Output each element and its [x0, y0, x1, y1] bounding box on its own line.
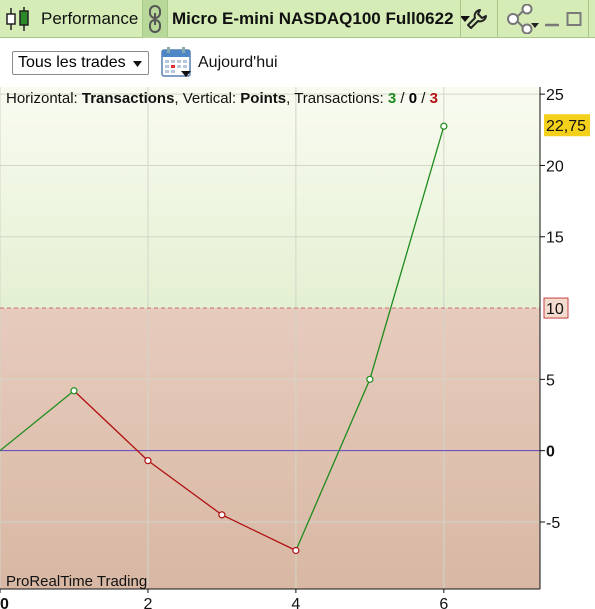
x-tick-label: 2 [143, 596, 152, 609]
instrument-selector[interactable]: Micro E-mini NASDAQ100 Full0622 [172, 0, 470, 38]
watermark: ProRealTime Trading [6, 573, 147, 590]
below-threshold-zone [0, 308, 540, 589]
threshold-label: 10 [546, 301, 564, 318]
y-tick-label: 20 [546, 158, 564, 175]
share-icon[interactable] [507, 0, 539, 38]
trade-filter-value: Tous les trades [18, 54, 126, 71]
x-tick-label: 0 [0, 596, 9, 609]
calendar-icon[interactable] [161, 47, 193, 84]
performance-label[interactable]: Performance [41, 9, 138, 29]
x-tick-label: 6 [439, 596, 448, 609]
horizontal-value: Transactions [82, 90, 175, 107]
vertical-value: Points [240, 90, 286, 107]
toolbar-divider [588, 0, 589, 38]
y-tick-label: -5 [546, 515, 560, 532]
transactions-label: , Transactions: [286, 90, 388, 107]
toolbar-divider [460, 0, 461, 38]
toolbar-divider [497, 0, 498, 38]
y-tick-label: 25 [546, 87, 564, 104]
last-value-label: 22,75 [546, 118, 586, 135]
wrench-icon[interactable] [466, 0, 488, 38]
losing-trades-count: 3 [430, 90, 438, 107]
trade-point[interactable] [218, 511, 226, 519]
count-separator: / [396, 90, 409, 107]
window-toolbar: Performance Micro E-mini NASDAQ100 Full0… [0, 0, 595, 38]
y-tick-label: 5 [546, 372, 555, 389]
x-tick-label: 4 [291, 596, 300, 609]
y-tick-label: 0 [546, 444, 555, 461]
today-button[interactable]: Aujourd'hui [198, 54, 278, 72]
toolbar-divider [167, 0, 168, 38]
neutral-trades-count: 0 [409, 90, 417, 107]
y-tick-label: 15 [546, 230, 564, 247]
winning-trades-count: 3 [388, 90, 396, 107]
chart-info-line: Horizontal: Transactions, Vertical: Poin… [6, 90, 438, 107]
link-icon[interactable] [143, 0, 167, 38]
above-threshold-zone [0, 87, 540, 309]
trade-point[interactable] [440, 122, 448, 130]
trade-point[interactable] [366, 375, 374, 383]
trade-point[interactable] [70, 387, 78, 395]
performance-chart: 25 20 15 5 0 -5 0 2 4 6 10 22,75 Horizontal: Tra… [0, 87, 590, 609]
dropdown-arrow-icon [132, 54, 142, 72]
horizontal-label: Horizontal: [6, 90, 82, 107]
instrument-title: Micro E-mini NASDAQ100 Full0622 [172, 9, 454, 28]
vertical-label: , Vertical: [174, 90, 240, 107]
maximize-icon[interactable] [566, 0, 582, 38]
trade-point[interactable] [292, 546, 300, 555]
candlestick-icon[interactable] [5, 0, 33, 38]
trade-point[interactable] [144, 457, 152, 465]
minimize-icon[interactable] [544, 0, 560, 38]
trade-filter-dropdown[interactable]: Tous les trades [12, 51, 149, 75]
count-separator: / [417, 90, 430, 107]
